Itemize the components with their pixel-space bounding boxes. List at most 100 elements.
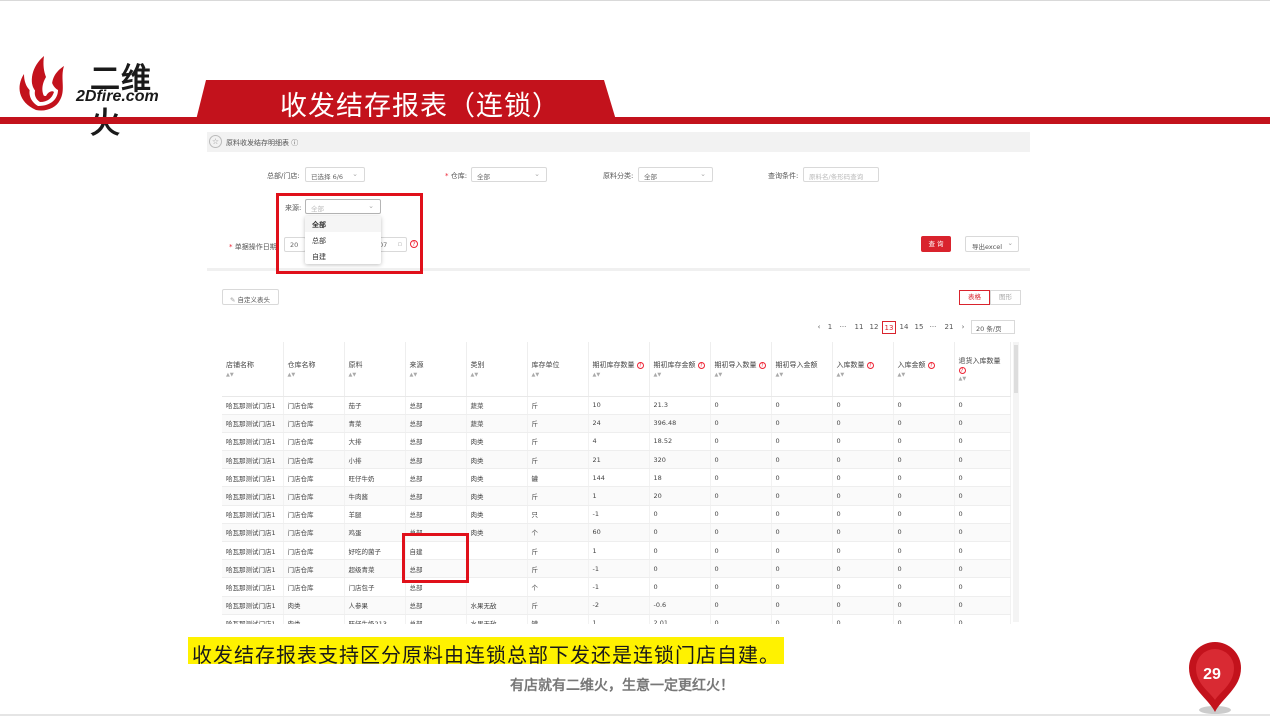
- column-header[interactable]: 期初库存金额 ? ▲▼: [649, 342, 711, 397]
- sort-icon[interactable]: ▲▼: [226, 372, 279, 378]
- column-header[interactable]: 原料 ▲▼: [344, 342, 406, 397]
- table-scrollbar[interactable]: [1013, 342, 1019, 622]
- help-icon[interactable]: ?: [958, 366, 966, 374]
- table-cell: 0: [771, 523, 833, 543]
- logo-wordmark-en: 2Dfire.com: [76, 88, 159, 105]
- table-cell: 0: [954, 396, 1011, 415]
- query-input[interactable]: 原料名/条形码查询: [803, 167, 879, 182]
- table-row[interactable]: 哈瓦那测试门店1 门店仓库 牛肉酱 总部 肉类斤 1 20 0 0 0 0 0: [222, 486, 1011, 506]
- column-header-label: 原料: [348, 360, 363, 369]
- sort-icon[interactable]: ▲▼: [898, 372, 950, 378]
- bottom-rule: [0, 714, 1270, 716]
- column-header-label: 仓库名称: [287, 360, 316, 369]
- sort-icon[interactable]: ▲▼: [593, 372, 645, 378]
- table-cell: 0: [771, 614, 833, 624]
- help-icon[interactable]: ?: [927, 361, 935, 369]
- sort-icon[interactable]: ▲▼: [288, 372, 340, 378]
- table-cell: 0: [710, 577, 772, 597]
- table-cell: 0: [649, 577, 711, 597]
- pagination-page[interactable]: 15: [912, 321, 926, 334]
- column-header[interactable]: 期初导入金额 ▲▼: [771, 342, 833, 397]
- pagination-next[interactable]: ›: [956, 321, 970, 334]
- sort-icon[interactable]: ▲▼: [349, 372, 401, 378]
- table-row[interactable]: 哈瓦那测试门店1 门店仓库 小排 总部 肉类斤 21 320 0 0 0 0 0: [222, 450, 1011, 470]
- table-cell: 斤: [527, 414, 589, 433]
- table-cell: 0: [832, 614, 894, 624]
- help-icon[interactable]: ?: [866, 361, 874, 369]
- table-cell: 总部: [405, 614, 467, 624]
- pagination-ellipsis[interactable]: ···: [926, 321, 940, 334]
- column-header[interactable]: 库存单位 ▲▼: [527, 342, 589, 397]
- chevron-down-icon: ⌄: [700, 170, 706, 178]
- sort-icon[interactable]: ▲▼: [410, 372, 462, 378]
- table-cell: 总部: [405, 505, 467, 524]
- table-cell: 20: [649, 486, 711, 506]
- column-header[interactable]: 期初库存数量 ? ▲▼: [588, 342, 650, 397]
- scrollbar-thumb[interactable]: [1014, 345, 1018, 393]
- help-icon[interactable]: ?: [636, 361, 644, 369]
- page-size-select[interactable]: 20 条/页: [971, 320, 1015, 334]
- table-row[interactable]: 哈瓦那测试门店1肉类旺仔牛奶213总部水果无敌罐12.0100000: [222, 614, 1011, 624]
- export-button[interactable]: 导出excel ⌄: [965, 236, 1019, 252]
- sort-icon[interactable]: ▲▼: [715, 372, 767, 378]
- pagination-page[interactable]: 14: [897, 321, 911, 334]
- column-header[interactable]: 店铺名称 ▲▼: [222, 342, 284, 397]
- table-cell: 0: [710, 559, 772, 579]
- table-cell: 哈瓦那测试门店1: [222, 523, 284, 543]
- pagination-page[interactable]: 1: [823, 321, 837, 334]
- pagination-ellipsis[interactable]: ···: [836, 321, 850, 334]
- table-cell: -2: [588, 596, 650, 615]
- table-cell: 0: [893, 596, 955, 615]
- pagination-page[interactable]: 12: [867, 321, 881, 334]
- table-row[interactable]: 哈瓦那测试门店1 门店仓库 超级青菜 总部斤 -1 0 0 0 0 0 0: [222, 559, 1011, 579]
- sort-icon[interactable]: ▲▼: [837, 372, 889, 378]
- column-header[interactable]: 退货入库数量 ? ▲▼: [954, 342, 1011, 397]
- sort-icon[interactable]: ▲▼: [471, 372, 523, 378]
- table-row[interactable]: 哈瓦那测试门店1 门店仓库 好吃的菌子 自建斤 1 0 0 0 0 0 0: [222, 541, 1011, 561]
- sort-icon[interactable]: ▲▼: [959, 376, 1006, 382]
- pagination-page[interactable]: 11: [852, 321, 866, 334]
- table-row[interactable]: 哈瓦那测试门店1 门店仓库 羊腿 总部 肉类只 -1 0 0 0 0 0 0: [222, 505, 1011, 524]
- custom-header-button[interactable]: ✎ 自定义表头: [222, 289, 279, 305]
- favorite-star-icon[interactable]: ☆: [209, 135, 222, 148]
- date-filter-label: * 单据操作日期: [229, 243, 277, 251]
- help-icon[interactable]: ?: [697, 361, 705, 369]
- column-header[interactable]: 入库金额 ? ▲▼: [893, 342, 955, 397]
- column-header[interactable]: 仓库名称 ▲▼: [283, 342, 345, 397]
- app-screenshot: ☆ 原料收发结存明细表 ⓘ 总部/门店: 已选择 6/6 ⌄ * 仓库: 全部 …: [207, 128, 1030, 624]
- table-cell: 肉类: [466, 450, 528, 470]
- search-button[interactable]: 查 询: [921, 236, 951, 252]
- pagination-page-current[interactable]: 13: [882, 321, 896, 334]
- help-icon[interactable]: ?: [758, 361, 766, 369]
- column-header[interactable]: 入库数量 ? ▲▼: [832, 342, 894, 397]
- table-row[interactable]: 哈瓦那测试门店1 门店仓库 茄子 总部 蔬菜斤 10 21.3 0 0 0 0 0: [222, 396, 1011, 415]
- table-cell: 总部: [405, 486, 467, 506]
- table-cell: 茄子: [344, 396, 406, 415]
- category-select[interactable]: 全部 ⌄: [638, 167, 713, 182]
- table-row[interactable]: 哈瓦那测试门店1 门店仓库 旺仔牛奶 总部 肉类罐 144 18 0 0 0 0 0: [222, 468, 1011, 488]
- table-row[interactable]: 哈瓦那测试门店1 门店仓库 鸡蛋 总部 肉类个 60 0 0 0 0 0 0: [222, 523, 1011, 543]
- sort-icon[interactable]: ▲▼: [776, 372, 828, 378]
- pagination-page[interactable]: 21: [942, 321, 956, 334]
- table-row[interactable]: 哈瓦那测试门店1 门店仓库 大排 总部 肉类斤 4 18.52 0 0 0 0 0: [222, 432, 1011, 452]
- table-cell: 斤: [527, 559, 589, 579]
- table-row[interactable]: 哈瓦那测试门店1 肉类 人参果 总部 水果无敌斤 -2 -0.6 0 0 0 0 0: [222, 596, 1011, 615]
- table-cell: 门店仓库: [283, 486, 345, 506]
- column-header[interactable]: 期初导入数量 ? ▲▼: [710, 342, 772, 397]
- table-cell: 0: [893, 468, 955, 488]
- table-cell: 好吃的菌子: [344, 541, 406, 561]
- warehouse-select[interactable]: 全部 ⌄: [471, 167, 547, 182]
- table-cell: 0: [893, 614, 955, 624]
- table-cell: 肉类: [466, 468, 528, 488]
- column-header[interactable]: 来源 ▲▼: [405, 342, 467, 397]
- view-table-toggle[interactable]: 表格: [959, 290, 990, 305]
- store-select[interactable]: 已选择 6/6 ⌄: [305, 167, 365, 182]
- sort-icon[interactable]: ▲▼: [532, 372, 584, 378]
- table-row[interactable]: 哈瓦那测试门店1 门店仓库 门店包子 总部个 -1 0 0 0 0 0 0: [222, 577, 1011, 597]
- column-header[interactable]: 类别 ▲▼: [466, 342, 528, 397]
- sort-icon[interactable]: ▲▼: [654, 372, 706, 378]
- view-chart-toggle[interactable]: 图形: [990, 290, 1021, 305]
- table-cell: 0: [771, 450, 833, 470]
- table-row[interactable]: 哈瓦那测试门店1 门店仓库 青菜 总部 蔬菜斤 24 396.48 0 0 0 0 0: [222, 414, 1011, 433]
- table-cell: 斤: [527, 596, 589, 615]
